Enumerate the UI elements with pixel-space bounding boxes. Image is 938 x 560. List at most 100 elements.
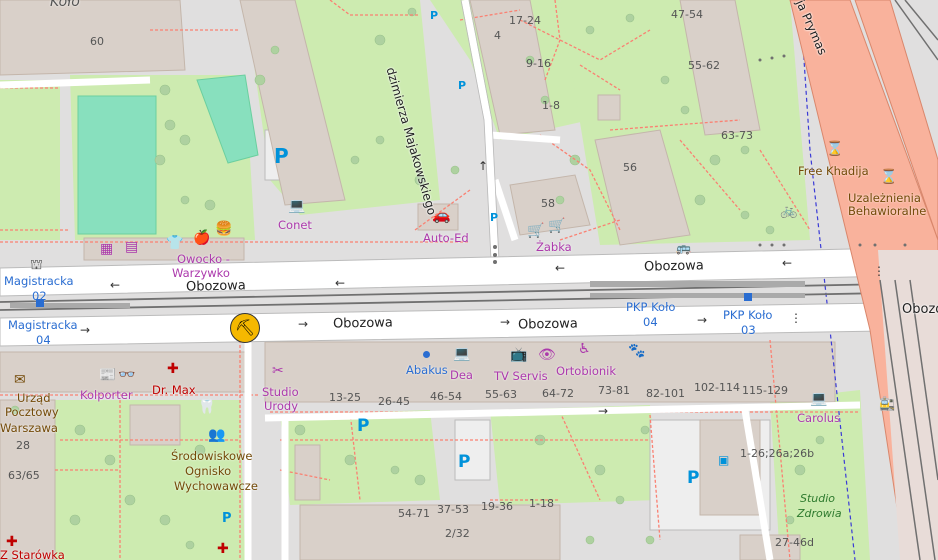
transit-stop-label[interactable]: Magistracka xyxy=(4,275,74,288)
park-area xyxy=(0,80,60,240)
greengrocer-icon[interactable]: 🍎 xyxy=(193,231,210,245)
bus-stop-icon[interactable] xyxy=(36,299,44,307)
parking-icon[interactable]: P xyxy=(458,454,470,471)
poi-label[interactable]: Kolporter xyxy=(80,389,133,402)
poi-label[interactable]: Żabka xyxy=(536,241,572,254)
house-number: 1-26;26a;26b xyxy=(740,447,815,460)
parking-icon-small[interactable]: ▣ xyxy=(718,454,729,466)
poi-label[interactable]: Warzywko xyxy=(172,267,230,280)
poi-label[interactable]: Z Starówka xyxy=(0,549,65,560)
poi-label[interactable]: Studio xyxy=(262,386,299,399)
poi-label[interactable]: TV Servis xyxy=(494,370,548,383)
house-number: 55-62 xyxy=(688,59,720,72)
hairdresser-icon[interactable]: ✂ xyxy=(272,364,284,378)
poi-label[interactable]: Warszawa xyxy=(0,422,58,435)
bus-stop-icon[interactable] xyxy=(744,293,752,301)
construction-icon[interactable]: ⛏ xyxy=(230,313,260,343)
hourglass-icon[interactable]: ⌛ xyxy=(826,142,843,156)
parking-icon[interactable]: P xyxy=(687,470,699,487)
platform xyxy=(590,293,805,298)
transit-stop-label[interactable]: PKP Koło xyxy=(626,301,675,314)
car-shop-icon[interactable]: 🚗 xyxy=(432,208,451,223)
transit-stop-label[interactable]: 04 xyxy=(36,334,51,347)
pharmacy-icon[interactable]: ✚ xyxy=(167,362,179,376)
transit-stop-label[interactable]: 03 xyxy=(741,324,756,337)
poi-label[interactable]: Ognisko xyxy=(185,465,231,478)
parking-icon[interactable]: P xyxy=(458,80,466,91)
oneway-arrow-icon: ← xyxy=(110,278,121,292)
parking-icon[interactable]: P xyxy=(490,212,498,223)
poi-label[interactable]: Urząd xyxy=(17,392,51,405)
clothes-shop-icon[interactable]: 👕 xyxy=(166,236,183,250)
bakery-icon[interactable]: 🍔 xyxy=(215,222,232,236)
house-number: 58 xyxy=(541,197,555,210)
street-label: Obozowa xyxy=(902,302,938,317)
house-number: 28 xyxy=(16,439,30,452)
oneway-arrow-icon: ← xyxy=(335,276,346,290)
poi-label[interactable]: Zdrowia xyxy=(797,508,842,519)
transit-stop-label[interactable]: Magistracka xyxy=(8,319,78,332)
post-office-icon[interactable]: ✉ xyxy=(14,373,26,387)
shopping-basket-icon[interactable]: 🛒 xyxy=(548,219,565,233)
tv-shop-icon[interactable]: 📺 xyxy=(510,348,527,362)
shopping-basket-icon[interactable]: 🛒 xyxy=(527,224,544,238)
parking-icon[interactable]: P xyxy=(357,418,369,435)
poi-label[interactable]: Pocztowy xyxy=(5,406,59,419)
pet-icon[interactable]: 🐾 xyxy=(628,344,645,358)
house-number: 63-73 xyxy=(721,129,753,142)
poi-label[interactable]: Owocko - xyxy=(177,253,230,266)
house-number: 19-36 xyxy=(481,500,513,513)
place-label: Koło xyxy=(50,0,80,10)
transit-stop-label[interactable]: 04 xyxy=(643,316,658,329)
map-base-layer xyxy=(0,0,938,560)
shop-icon[interactable]: ▦ xyxy=(100,242,113,256)
map-view[interactable]: Obozowa Obozowa Obozowa Obozowa Obozowa … xyxy=(0,0,938,560)
poi-label[interactable]: Studio xyxy=(800,493,835,504)
computer-shop-icon[interactable]: 💻 xyxy=(288,199,305,213)
poi-label[interactable]: Uzależnienia xyxy=(848,192,921,205)
poi-label[interactable]: Wychowawcze xyxy=(174,480,258,493)
parking-icon[interactable]: P xyxy=(430,10,438,21)
parking-icon[interactable]: P xyxy=(274,146,289,166)
oneway-arrow-icon: ↑ xyxy=(478,159,489,173)
bus-icon[interactable]: 🚌 xyxy=(676,242,691,254)
pharmacy-icon[interactable]: ✚ xyxy=(6,535,18,549)
poi-label[interactable]: Carolus xyxy=(797,412,840,425)
poi-label[interactable]: Conet xyxy=(278,219,312,232)
shop-icon[interactable]: ▤ xyxy=(125,240,138,254)
computer-shop-icon[interactable]: 💻 xyxy=(453,347,470,361)
glasses-icon[interactable]: 👓 xyxy=(118,368,135,382)
poi-label[interactable]: Behawioralne xyxy=(848,205,926,218)
house-number: 73-81 xyxy=(598,384,630,397)
poi-label[interactable]: Urody xyxy=(264,400,298,413)
poi-label[interactable]: Abakus xyxy=(406,364,448,377)
poi-label[interactable]: Dea xyxy=(450,369,473,382)
house-number: 63/65 xyxy=(8,469,40,482)
house-number: 47-54 xyxy=(671,8,703,21)
poi-label[interactable]: Dr. Max xyxy=(152,384,196,397)
hourglass-icon[interactable]: ⌛ xyxy=(880,170,897,184)
poi-label[interactable]: Free Khadija xyxy=(798,165,869,178)
dentist-icon[interactable]: 🦷 xyxy=(198,400,215,414)
shelter-icon[interactable]: ⛫ xyxy=(30,258,43,272)
community-centre-icon[interactable]: 👥 xyxy=(208,428,225,442)
computer-shop-icon[interactable]: 💻 xyxy=(810,392,827,406)
oneway-arrow-icon: ← xyxy=(555,261,566,275)
info-dot-icon[interactable] xyxy=(423,351,430,358)
railway-station-icon[interactable]: 🚉 xyxy=(879,398,895,411)
parking-icon[interactable]: P xyxy=(222,512,232,525)
house-number: 1-18 xyxy=(529,497,554,510)
newspaper-icon[interactable]: 📰 xyxy=(99,368,116,382)
oneway-arrow-icon: ← xyxy=(782,256,793,270)
beauty-icon[interactable]: 👁 xyxy=(538,348,556,362)
traffic-signals-icon: ⋮ xyxy=(873,264,885,278)
poi-label[interactable]: Ortobionik xyxy=(556,365,616,378)
poi-label[interactable]: Auto-Ed xyxy=(423,232,469,245)
platform xyxy=(10,303,130,308)
pharmacy-icon[interactable]: ✚ xyxy=(217,542,229,556)
building xyxy=(129,404,181,446)
transit-stop-label[interactable]: PKP Koło xyxy=(723,309,772,322)
poi-label[interactable]: Środowiskowe xyxy=(171,450,253,463)
wheelchair-icon[interactable]: ♿ xyxy=(578,342,591,356)
bicycle-icon[interactable]: 🚲 xyxy=(780,204,797,218)
